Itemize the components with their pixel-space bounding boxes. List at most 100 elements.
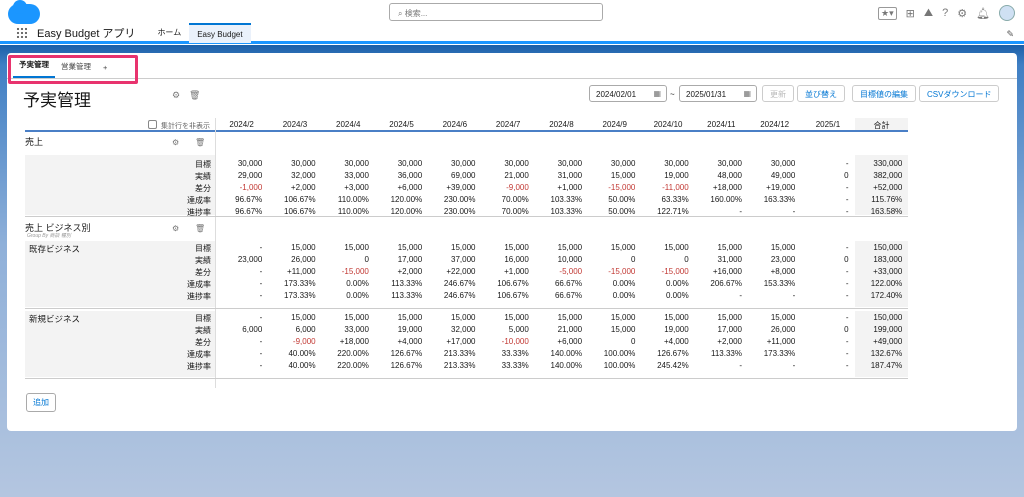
gear-icon[interactable]: ⚙ xyxy=(172,224,179,233)
value-cell: 6,000 xyxy=(295,325,316,334)
value-cell: 33,000 xyxy=(344,171,369,180)
value-cell: 113.33% xyxy=(391,279,423,288)
value-cell: 96.67% xyxy=(235,195,263,204)
value-cell: 120.00% xyxy=(390,195,423,204)
value-cell: - xyxy=(845,243,849,252)
value-cell: 63.33% xyxy=(661,195,689,204)
value-cell: 36,000 xyxy=(397,171,423,180)
value-cell: - xyxy=(845,159,849,168)
value-cell: 37,000 xyxy=(451,255,476,264)
value-cell: - xyxy=(792,207,796,216)
value-cell: 0.00% xyxy=(666,291,689,300)
value-cell: 140.00% xyxy=(550,361,583,370)
value-cell: +39,000 xyxy=(446,183,476,192)
date-to-input[interactable]: 2025/01/31 ▦ xyxy=(679,85,757,102)
value-cell: -11,000 xyxy=(662,183,689,192)
value-cell: +16,000 xyxy=(712,267,742,276)
value-cell: 153.33% xyxy=(763,279,796,288)
group-name: 新規ビジネス xyxy=(29,314,81,324)
add-icon[interactable]: ⊞ xyxy=(906,7,915,20)
value-cell: - xyxy=(845,195,849,204)
total-cell: 132.67% xyxy=(870,349,903,358)
value-cell: 32,000 xyxy=(451,325,476,334)
nav-tab-easy-budget[interactable]: Easy Budget xyxy=(189,22,251,43)
value-cell: 0 xyxy=(684,255,689,264)
month-header: 2024/3 xyxy=(282,120,308,129)
calendar-icon[interactable]: ▦ xyxy=(743,89,751,98)
total-cell: 382,000 xyxy=(873,171,903,180)
trash-icon[interactable]: 🗑︎ xyxy=(195,224,205,233)
value-cell: 15,000 xyxy=(397,243,423,252)
value-cell: 33.33% xyxy=(501,349,529,358)
value-cell: - xyxy=(259,291,263,300)
total-cell: +49,000 xyxy=(873,337,903,346)
trailhead-icon[interactable]: ⛰ xyxy=(924,7,933,20)
value-cell: - xyxy=(259,337,263,346)
trash-icon[interactable]: 🗑︎ xyxy=(189,90,200,101)
metric-label: 目標 xyxy=(195,314,211,323)
value-cell: 173.33% xyxy=(284,291,316,300)
value-cell: - xyxy=(259,361,263,370)
value-cell: 15,000 xyxy=(291,243,316,252)
avatar[interactable] xyxy=(999,5,1016,21)
value-cell: 15,000 xyxy=(610,325,636,334)
value-cell: 49,000 xyxy=(770,171,796,180)
value-cell: +6,000 xyxy=(397,183,423,192)
value-cell: 30,000 xyxy=(344,159,369,168)
metric-label: 進捗率 xyxy=(187,292,211,301)
value-cell: -15,000 xyxy=(608,267,636,276)
value-cell: 30,000 xyxy=(397,159,423,168)
value-cell: 15,000 xyxy=(451,243,476,252)
add-button[interactable]: 追加 xyxy=(26,393,56,412)
gear-icon[interactable]: ⚙ xyxy=(957,7,967,20)
value-cell: +8,000 xyxy=(770,267,796,276)
value-cell: -9,000 xyxy=(506,183,529,192)
value-cell: - xyxy=(739,361,742,370)
favorites-star-icon[interactable]: ★▾ xyxy=(878,6,897,20)
date-from-input[interactable]: 2024/02/01 ▦ xyxy=(589,85,667,102)
value-cell: 70.00% xyxy=(501,207,529,216)
nav-tab-home[interactable]: ホーム xyxy=(149,23,189,43)
csv-download-button[interactable]: CSVダウンロード xyxy=(919,85,1000,102)
gear-icon[interactable]: ⚙ xyxy=(172,90,180,101)
value-cell: - xyxy=(792,361,796,370)
value-cell: 30,000 xyxy=(237,159,263,168)
value-cell: +11,000 xyxy=(766,337,796,346)
salesforce-logo[interactable] xyxy=(8,0,40,24)
value-cell: 31,000 xyxy=(557,171,583,180)
value-cell: 70.00% xyxy=(501,195,529,204)
value-cell: 17,000 xyxy=(717,325,742,334)
month-header: 2024/12 xyxy=(760,120,790,129)
value-cell: -15,000 xyxy=(341,267,369,276)
hide-totals-checkbox[interactable] xyxy=(148,120,157,129)
search-input[interactable]: ⌕ 検索... xyxy=(389,3,603,21)
value-cell: 30,000 xyxy=(291,159,316,168)
value-cell: 10,000 xyxy=(557,255,583,264)
metric-label: 達成率 xyxy=(187,280,211,289)
total-cell: +52,000 xyxy=(873,183,903,192)
value-cell: 15,000 xyxy=(664,243,689,252)
metric-label: 目標 xyxy=(195,160,211,169)
value-cell: 100.00% xyxy=(603,361,636,370)
bell-icon[interactable]: 🔔︎ xyxy=(976,7,990,20)
calendar-icon[interactable]: ▦ xyxy=(653,89,661,98)
value-cell: +2,000 xyxy=(397,267,423,276)
value-cell: 113.33% xyxy=(710,349,742,358)
value-cell: 220.00% xyxy=(337,361,369,370)
hide-totals-label: 集計行を非表示 xyxy=(161,123,210,130)
value-cell: 120.00% xyxy=(390,207,423,216)
app-launcher-icon[interactable] xyxy=(16,27,27,38)
value-cell: +3,000 xyxy=(344,183,369,192)
section-subtitle: Group By 商談 種別 xyxy=(27,233,71,239)
edit-target-button[interactable]: 目標値の編集 xyxy=(852,85,916,102)
sort-button[interactable]: 並び替え xyxy=(797,85,845,102)
gear-icon[interactable]: ⚙ xyxy=(172,138,179,147)
total-cell: 199,000 xyxy=(873,325,903,334)
help-icon[interactable]: ? xyxy=(942,7,948,19)
refresh-button[interactable]: 更新 xyxy=(762,85,794,102)
trash-icon[interactable]: 🗑︎ xyxy=(195,138,205,147)
value-cell: +11,000 xyxy=(287,267,316,276)
total-cell: 163.58% xyxy=(870,207,903,216)
value-cell: 15,000 xyxy=(344,313,369,322)
edit-nav-icon[interactable]: ✎ xyxy=(1006,29,1014,40)
